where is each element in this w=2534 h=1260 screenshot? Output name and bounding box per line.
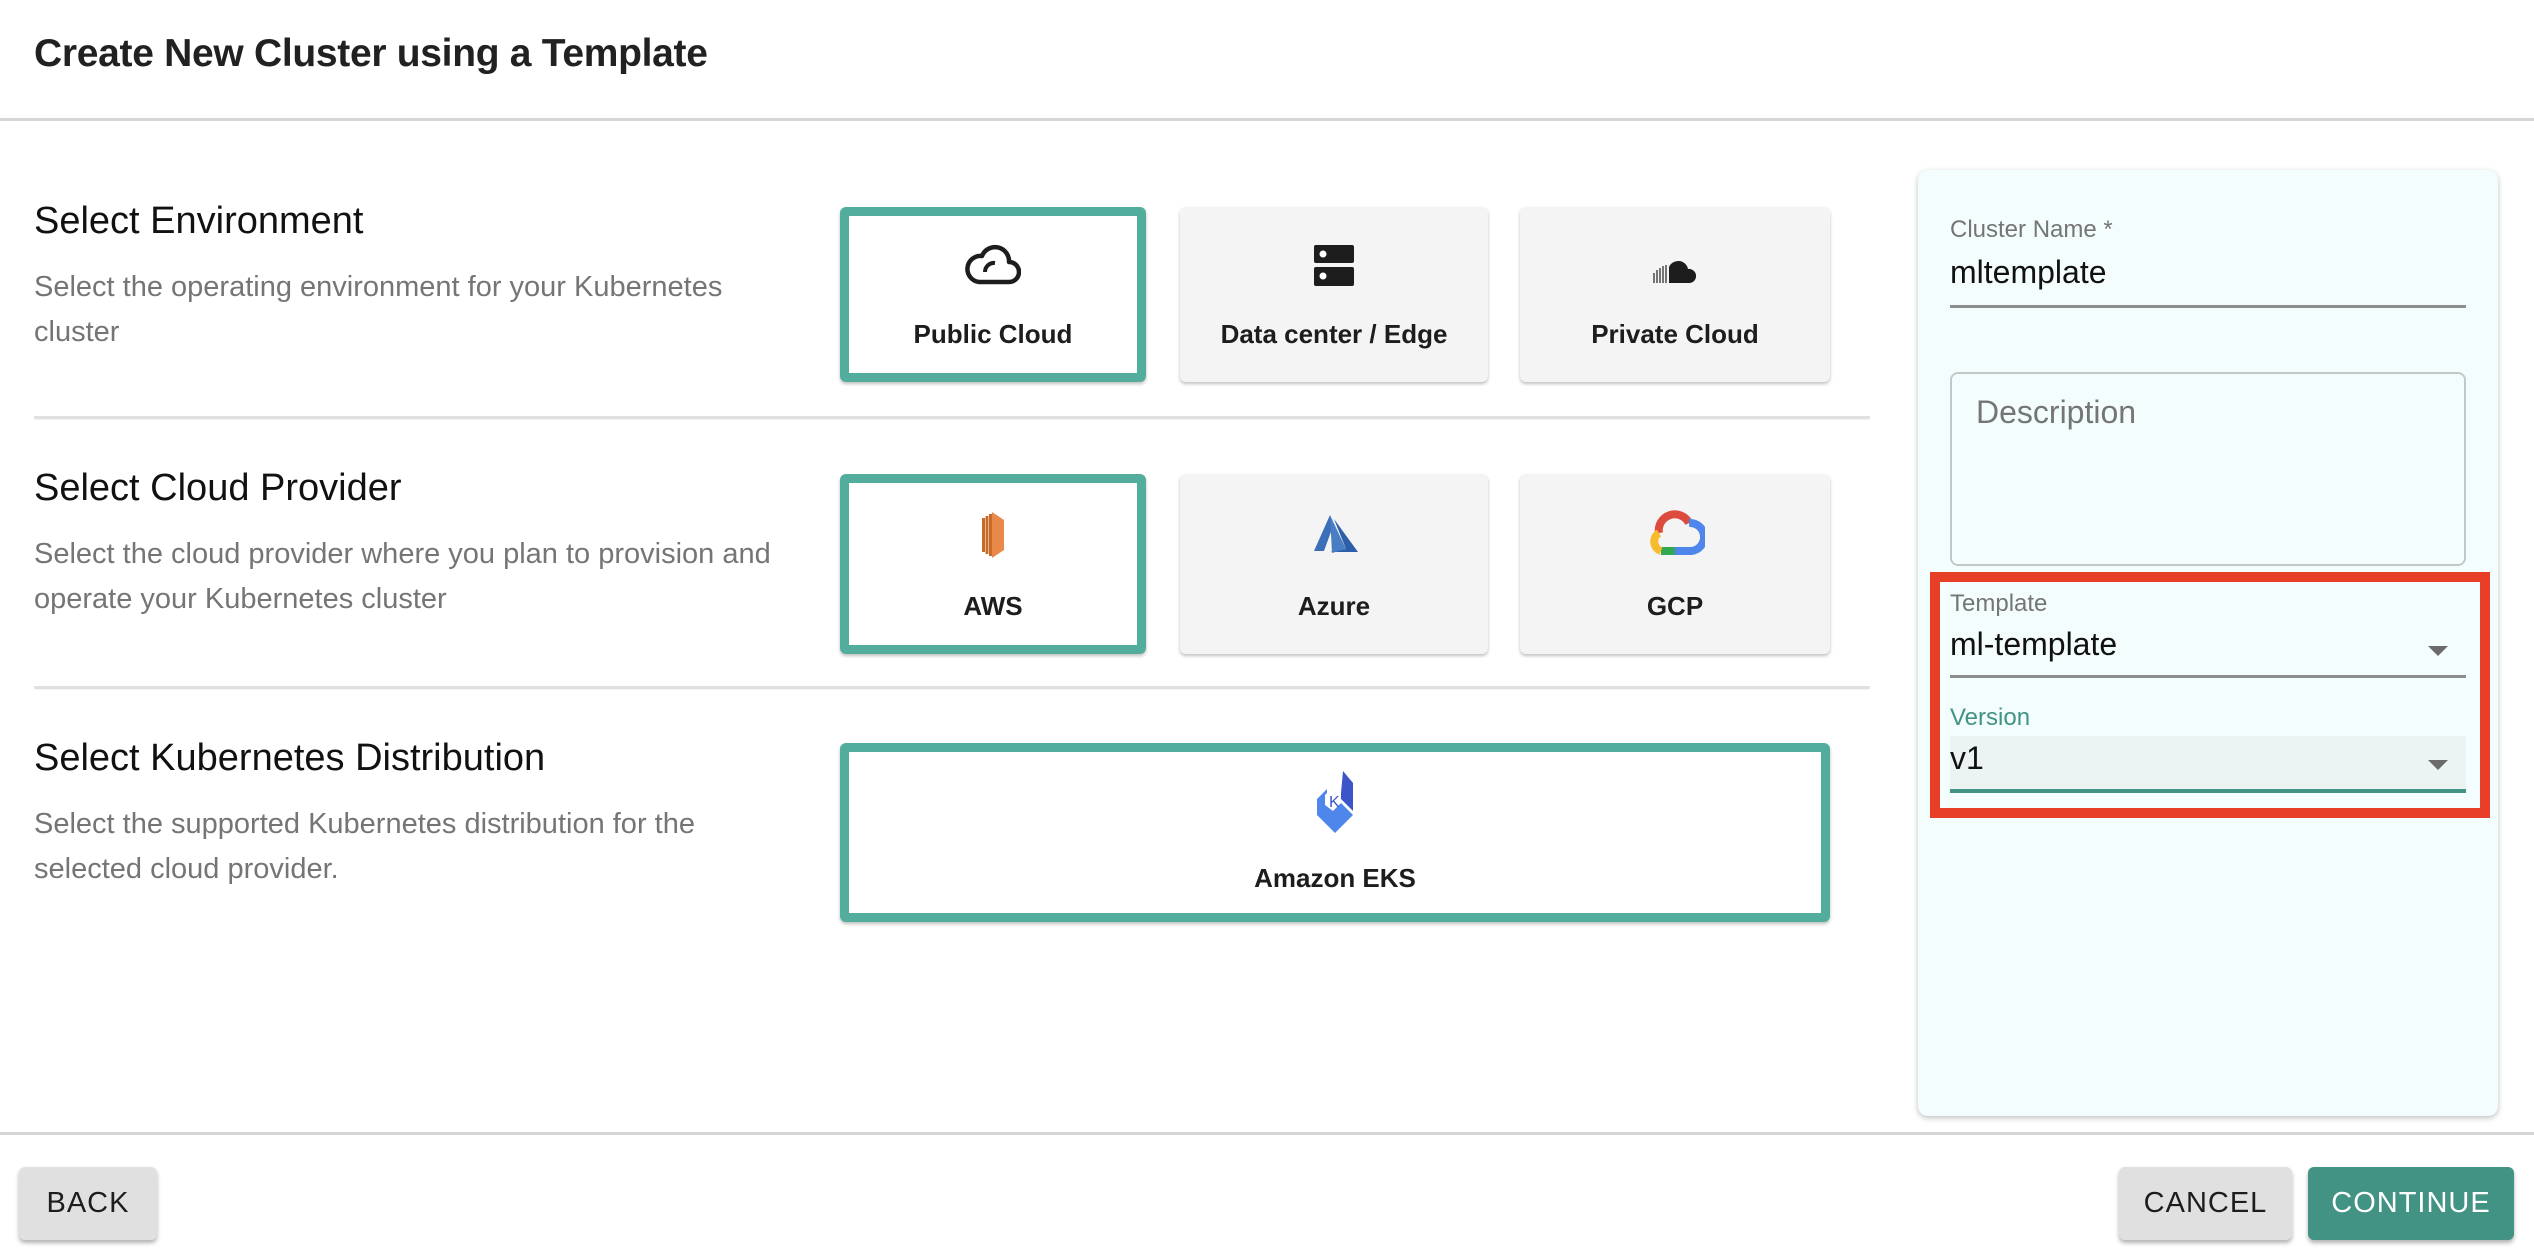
option-aws[interactable]: AWS	[840, 474, 1146, 654]
description-placeholder: Description	[1976, 394, 2137, 430]
back-button[interactable]: BACK	[19, 1167, 157, 1240]
description-textarea[interactable]: Description	[1950, 372, 2466, 566]
section-description: Select the operating environment for you…	[34, 271, 723, 348]
eks-icon: K	[1305, 771, 1365, 833]
option-label: Amazon EKS	[1254, 863, 1416, 893]
cluster-details-panel: Cluster Name * mltemplate Description Te…	[1918, 170, 2498, 1116]
section-heading: Select Cloud Provider	[34, 467, 402, 509]
option-data-center-edge[interactable]: Data center / Edge	[1180, 207, 1488, 382]
server-icon	[1304, 241, 1364, 291]
cluster-name-underline	[1950, 305, 2466, 308]
section-k8s-distribution: Select Kubernetes Distribution Select th…	[34, 737, 774, 892]
section-heading: Select Kubernetes Distribution	[34, 737, 546, 779]
section-description: Select the supported Kubernetes distribu…	[34, 808, 695, 885]
azure-icon	[1304, 510, 1364, 560]
option-label: AWS	[963, 591, 1023, 621]
footer-divider	[0, 1132, 2534, 1135]
cancel-button[interactable]: CANCEL	[2119, 1167, 2292, 1240]
section-divider	[34, 416, 1870, 419]
option-gcp[interactable]: GCP	[1520, 474, 1830, 654]
cluster-name-input[interactable]: mltemplate	[1950, 254, 2107, 291]
option-private-cloud[interactable]: Private Cloud	[1520, 207, 1830, 382]
page-title: Create New Cluster using a Template	[34, 32, 708, 75]
section-divider	[34, 686, 1870, 689]
option-label: Azure	[1297, 591, 1371, 621]
section-cloud-provider: Select Cloud Provider Select the cloud p…	[34, 467, 774, 622]
section-environment: Select Environment Select the operating …	[34, 200, 774, 355]
option-label: GCP	[1646, 591, 1704, 621]
section-description: Select the cloud provider where you plan…	[34, 538, 771, 615]
aws-icon	[963, 510, 1023, 560]
cluster-name-label: Cluster Name *	[1950, 216, 2113, 243]
template-version-highlight	[1930, 572, 2490, 818]
section-heading: Select Environment	[34, 200, 364, 242]
option-label: Public Cloud	[913, 319, 1073, 349]
cloud-outline-icon	[963, 241, 1023, 291]
option-label: Data center / Edge	[1220, 319, 1448, 349]
continue-button[interactable]: CONTINUE	[2308, 1167, 2514, 1240]
gcp-icon	[1645, 508, 1705, 558]
option-label: Private Cloud	[1591, 319, 1759, 349]
option-amazon-eks[interactable]: K Amazon EKS	[840, 743, 1830, 922]
svg-text:K: K	[1329, 794, 1340, 811]
private-cloud-icon	[1645, 247, 1705, 297]
dialog-header: Create New Cluster using a Template	[0, 0, 2534, 121]
option-public-cloud[interactable]: Public Cloud	[840, 207, 1146, 382]
option-azure[interactable]: Azure	[1180, 474, 1488, 654]
